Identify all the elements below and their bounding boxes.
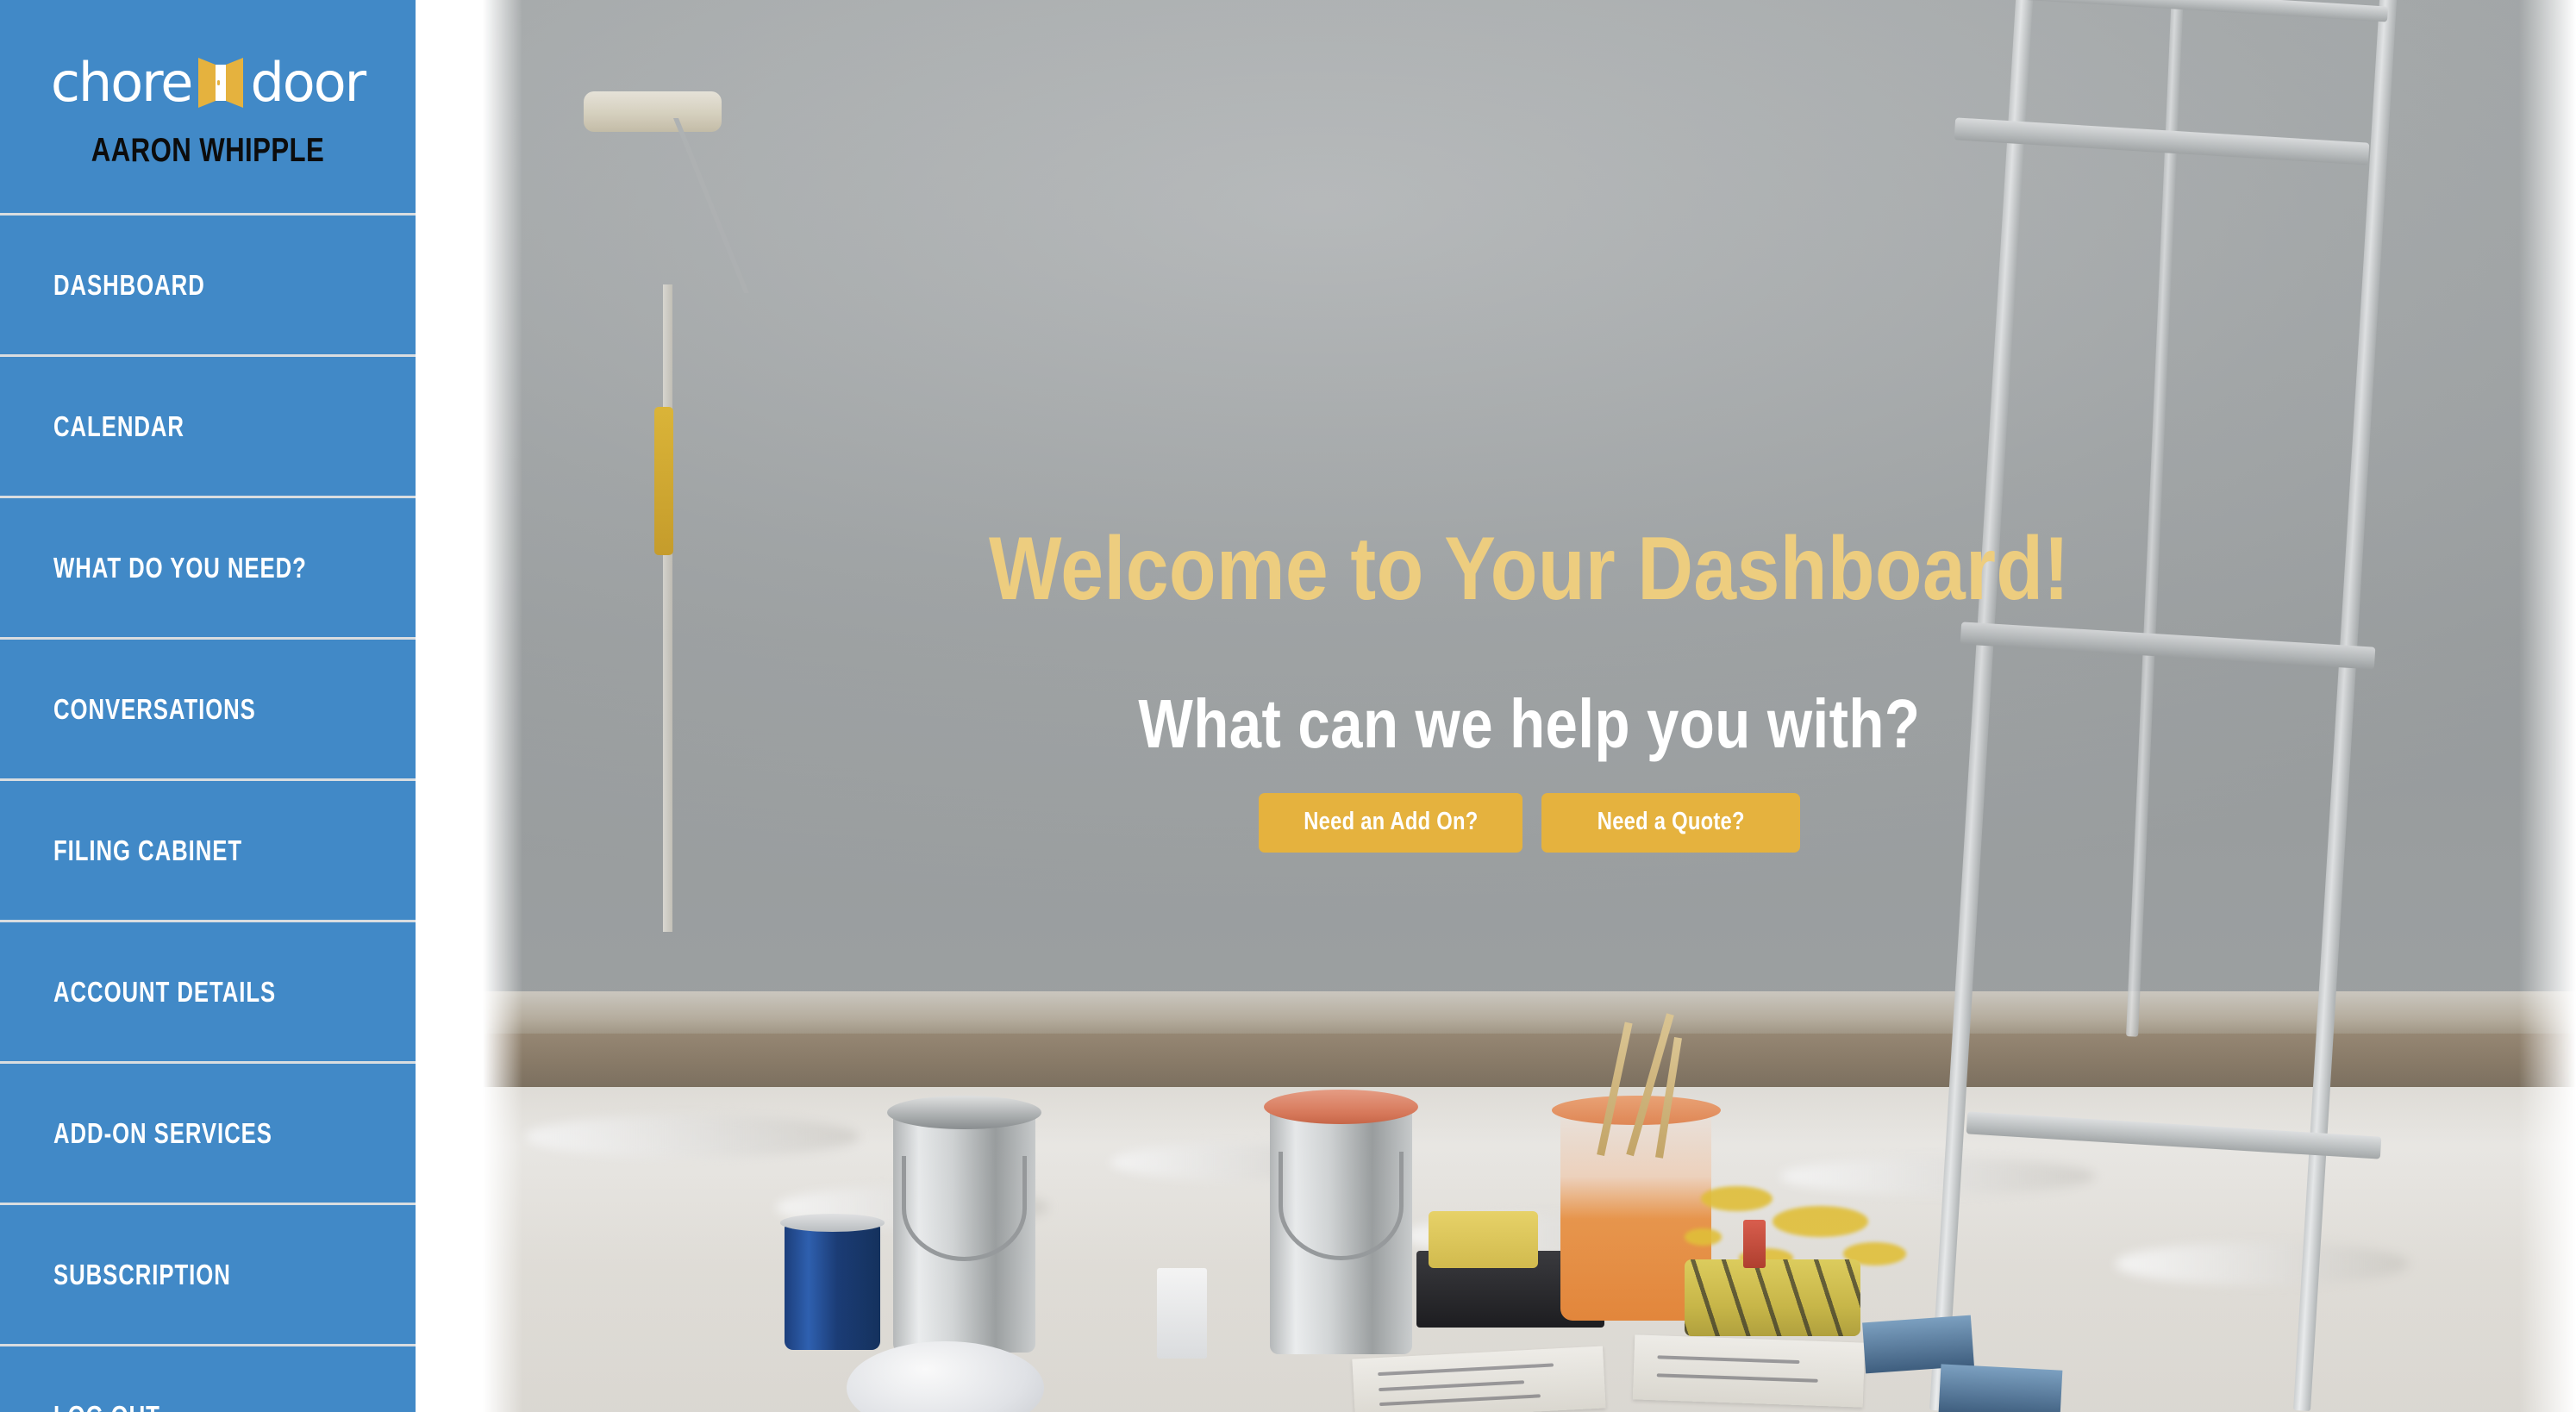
sidebar-item-calendar[interactable]: CALENDAR xyxy=(0,357,416,498)
sidebar-item-log-out[interactable]: LOG OUT xyxy=(0,1346,416,1412)
need-an-add-on-button[interactable]: Need an Add On? xyxy=(1258,793,1523,853)
open-door-icon xyxy=(198,57,244,108)
sidebar-item-label: CALENDAR xyxy=(53,409,184,442)
sidebar-item-label: SUBSCRIPTION xyxy=(53,1258,231,1290)
dashboard-page: chore door AARON WHIPPLE DASHBOARD CALEN… xyxy=(0,0,2576,1412)
need-a-quote-button[interactable]: Need a Quote? xyxy=(1541,793,1801,853)
button-label: Need a Quote? xyxy=(1597,808,1745,835)
sidebar-item-label: LOG OUT xyxy=(53,1400,160,1412)
sidebar: chore door AARON WHIPPLE DASHBOARD CALEN… xyxy=(0,0,416,1412)
sidebar-item-label: CONVERSATIONS xyxy=(53,692,256,725)
sidebar-item-conversations[interactable]: CONVERSATIONS xyxy=(0,640,416,781)
sidebar-item-subscription[interactable]: SUBSCRIPTION xyxy=(0,1205,416,1346)
sidebar-item-label: DASHBOARD xyxy=(53,268,205,301)
hero-banner: Welcome to Your Dashboard! What can we h… xyxy=(483,0,2576,1412)
account-name: AARON WHIPPLE xyxy=(91,131,325,169)
logo[interactable]: chore door xyxy=(50,50,366,114)
sidebar-item-label: FILING CABINET xyxy=(53,834,243,866)
hero-actions: Need an Add On? Need a Quote? xyxy=(1258,793,1801,853)
logo-word-door: door xyxy=(250,50,366,114)
button-label: Need an Add On? xyxy=(1303,808,1479,835)
sidebar-item-label: ACCOUNT DETAILS xyxy=(53,975,277,1008)
sidebar-nav: DASHBOARD CALENDAR WHAT DO YOU NEED? CON… xyxy=(0,216,416,1412)
sidebar-item-account-details[interactable]: ACCOUNT DETAILS xyxy=(0,922,416,1064)
sidebar-item-dashboard[interactable]: DASHBOARD xyxy=(0,216,416,357)
brand-block: chore door AARON WHIPPLE xyxy=(0,0,416,216)
sidebar-item-label: ADD-ON SERVICES xyxy=(53,1116,272,1149)
sidebar-item-filing-cabinet[interactable]: FILING CABINET xyxy=(0,781,416,922)
hero-background-photo xyxy=(483,0,2576,1412)
main-content: Welcome to Your Dashboard! What can we h… xyxy=(416,0,2576,1412)
sidebar-item-add-on-services[interactable]: ADD-ON SERVICES xyxy=(0,1064,416,1205)
sidebar-item-what-do-you-need[interactable]: WHAT DO YOU NEED? xyxy=(0,498,416,640)
logo-word-chore: chore xyxy=(50,50,194,114)
sidebar-item-label: WHAT DO YOU NEED? xyxy=(53,551,307,584)
